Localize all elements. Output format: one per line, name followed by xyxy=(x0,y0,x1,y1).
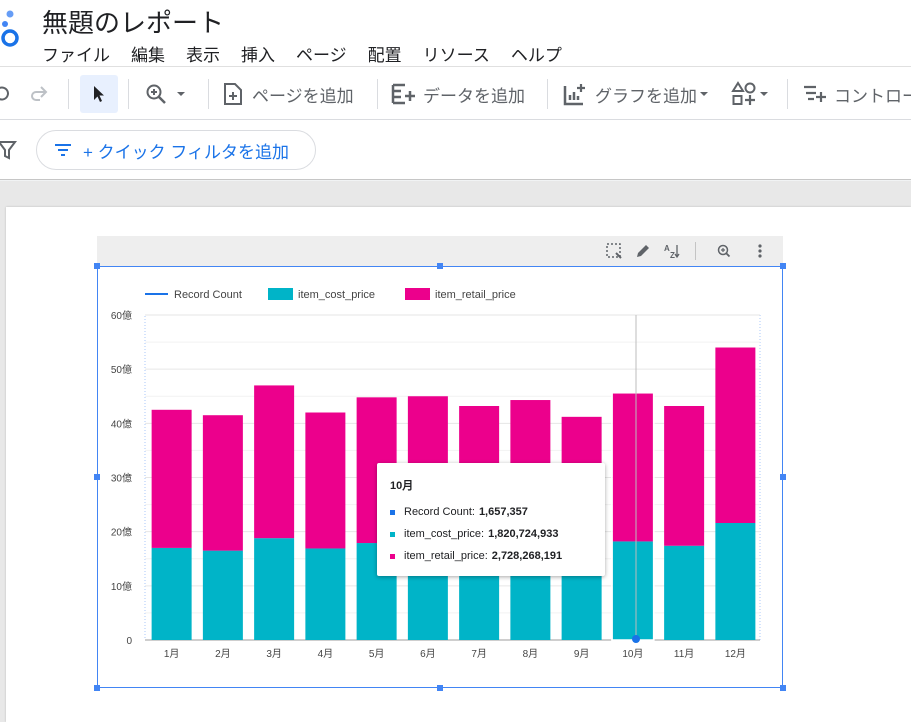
controls-icon xyxy=(804,85,826,102)
tooltip-row-item-cost-price: item_cost_price: 1,820,724,933 xyxy=(390,528,558,540)
tooltip-label: item_cost_price: xyxy=(404,528,485,540)
add-quick-filter-label: + クイック フィルタを追加 xyxy=(83,142,290,162)
toolbar-divider xyxy=(128,79,129,109)
menu-help[interactable]: ヘルプ xyxy=(511,40,562,67)
toolbar-divider xyxy=(377,79,378,109)
menu-file[interactable]: ファイル xyxy=(42,40,110,67)
filter-bar: + クイック フィルタを追加 xyxy=(0,120,911,180)
menu-edit[interactable]: 編集 xyxy=(131,40,165,67)
chart-toolbar-divider xyxy=(695,242,696,260)
tooltip-swatch xyxy=(390,531,395,537)
select-area-icon[interactable] xyxy=(605,242,623,260)
dropdown-arrow-icon xyxy=(760,92,768,96)
filter-list-icon xyxy=(55,144,71,156)
report-title[interactable]: 無題のレポート xyxy=(42,3,224,40)
tooltip-value: 2,728,268,191 xyxy=(491,550,563,562)
resize-handle[interactable] xyxy=(437,263,443,269)
resize-handle[interactable] xyxy=(94,263,100,269)
select-tool-button[interactable] xyxy=(80,75,118,113)
add-data-label: データを追加 xyxy=(423,86,525,106)
components-icon xyxy=(731,81,756,105)
add-chart-label: グラフを追加 xyxy=(595,86,697,106)
chart-tooltip: 10月 Record Count: 1,657,357 item_cost_pr… xyxy=(377,463,605,576)
tooltip-value: 1,657,357 xyxy=(478,506,528,518)
add-page-button[interactable]: ページを追加 xyxy=(222,75,354,113)
tooltip-value: 1,820,724,933 xyxy=(488,528,559,540)
dropdown-arrow-icon xyxy=(177,92,185,96)
resize-handle[interactable] xyxy=(780,263,786,269)
cursor-arrow-icon xyxy=(94,86,104,102)
tooltip-label: item_retail_price: xyxy=(404,550,488,562)
edit-pencil-icon[interactable] xyxy=(634,242,652,260)
menu-page[interactable]: ページ xyxy=(296,40,347,67)
add-chart-button[interactable]: グラフを追加 xyxy=(563,75,711,113)
zoom-button[interactable] xyxy=(144,75,190,113)
tooltip-row-record-count: Record Count: 1,657,357 xyxy=(390,506,528,518)
menu-view[interactable]: 表示 xyxy=(186,40,220,67)
filter-funnel-icon[interactable] xyxy=(0,140,18,160)
add-quick-filter-button[interactable]: + クイック フィルタを追加 xyxy=(36,130,316,170)
add-chart-icon xyxy=(563,84,585,106)
menu-resources[interactable]: リソース xyxy=(423,40,490,67)
add-control-label: コントロー xyxy=(834,86,911,106)
add-page-icon xyxy=(224,83,242,105)
zoom-chart-icon[interactable] xyxy=(715,242,733,260)
toolbar-divider xyxy=(547,79,548,109)
more-vert-icon[interactable] xyxy=(751,242,769,260)
toolbar-divider xyxy=(787,79,788,109)
chart-toolbar: AZ xyxy=(97,236,783,266)
undo-icon xyxy=(0,86,9,101)
toolbar: ページを追加 データを追加 グラフを追加 コントロー xyxy=(0,66,911,120)
resize-handle[interactable] xyxy=(94,474,100,480)
menu-bar: ファイル 編集 表示 挿入 ページ 配置 リソース ヘルプ xyxy=(42,40,583,67)
toolbar-divider xyxy=(208,79,209,109)
app-header: 無題のレポート ファイル 編集 表示 挿入 ページ 配置 リソース ヘルプ xyxy=(0,0,911,66)
redo-icon xyxy=(31,86,48,101)
tooltip-swatch xyxy=(390,509,395,515)
add-data-icon xyxy=(391,83,415,105)
sort-az-icon[interactable]: AZ xyxy=(663,242,681,260)
resize-handle[interactable] xyxy=(780,474,786,480)
menu-arrange[interactable]: 配置 xyxy=(368,40,402,67)
zoom-in-icon xyxy=(146,84,166,104)
resize-handle[interactable] xyxy=(94,685,100,691)
svg-text:Z: Z xyxy=(670,251,675,260)
toolbar-divider xyxy=(68,79,69,109)
resize-handle[interactable] xyxy=(437,685,443,691)
add-page-label: ページを追加 xyxy=(252,86,354,106)
tooltip-label: Record Count: xyxy=(404,506,475,518)
tooltip-title: 10月 xyxy=(390,480,414,492)
resize-handle[interactable] xyxy=(780,685,786,691)
add-component-button[interactable] xyxy=(731,75,771,113)
tooltip-row-item-retail-price: item_retail_price: 2,728,268,191 xyxy=(390,550,562,562)
dropdown-arrow-icon xyxy=(700,92,708,96)
redo-button[interactable] xyxy=(28,75,50,113)
menu-insert[interactable]: 挿入 xyxy=(241,40,275,67)
looker-studio-logo-icon[interactable] xyxy=(0,8,26,50)
add-data-button[interactable]: データを追加 xyxy=(391,75,525,113)
add-control-button[interactable]: コントロー xyxy=(802,75,911,113)
tooltip-swatch xyxy=(390,553,395,559)
undo-button[interactable] xyxy=(0,75,14,113)
